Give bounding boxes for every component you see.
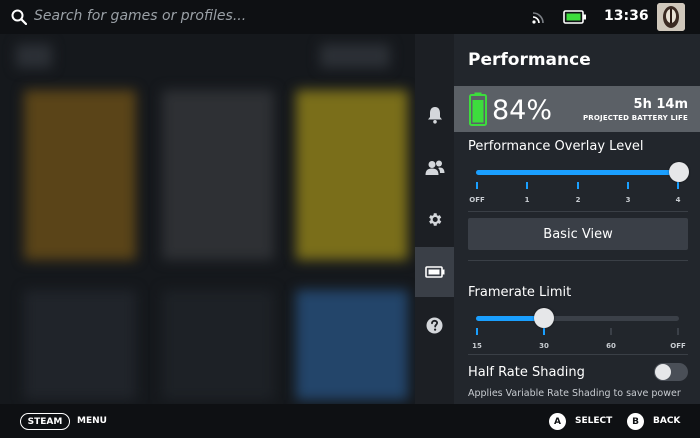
- battery-level-icon: [469, 92, 487, 126]
- tick-label: 60: [606, 342, 616, 350]
- steam-button[interactable]: STEAM: [20, 413, 70, 430]
- nav-friends[interactable]: [415, 143, 454, 193]
- back-label: BACK: [653, 416, 681, 426]
- tick-label: OFF: [670, 342, 686, 350]
- tick-label: 1: [524, 196, 530, 204]
- panel-title: Performance: [468, 50, 591, 70]
- battery-icon: [424, 266, 444, 278]
- game-library-background: [0, 34, 415, 404]
- battery-percent: 84%: [492, 95, 553, 126]
- slider-tick: [610, 328, 612, 335]
- tick-label: 30: [539, 342, 549, 350]
- top-bar: Search for games or profiles... 13:36: [0, 0, 700, 34]
- slider-tick: [476, 328, 478, 335]
- battery-time-caption: PROJECTED BATTERY LIFE: [582, 114, 688, 122]
- bottom-bar: STEAM MENU A SELECT B BACK: [0, 404, 700, 438]
- tick-label: 4: [675, 196, 681, 204]
- b-button-icon[interactable]: B: [627, 413, 644, 430]
- quick-access-nav: [415, 34, 454, 404]
- divider: [468, 211, 688, 212]
- friends-icon: [425, 160, 444, 175]
- slider-fill: [476, 170, 679, 175]
- slider-tick: [577, 182, 579, 189]
- game-tile: [16, 44, 52, 68]
- nav-performance[interactable]: [415, 247, 454, 297]
- help-icon: [426, 317, 443, 333]
- clock: 13:36: [604, 8, 649, 24]
- gear-icon: [429, 212, 442, 226]
- avatar[interactable]: [657, 3, 685, 31]
- slider-knob[interactable]: [669, 162, 689, 182]
- tick-label: OFF: [469, 196, 485, 204]
- tick-label: 3: [625, 196, 631, 204]
- slider-tick: [677, 328, 679, 335]
- toggle-knob: [655, 364, 671, 380]
- slider-tick: [677, 182, 679, 189]
- game-tile: [162, 290, 274, 400]
- menu-label: MENU: [77, 416, 107, 426]
- game-tile: [24, 90, 136, 260]
- divider: [468, 260, 688, 261]
- slider-knob[interactable]: [534, 308, 554, 328]
- slider-tick: [543, 328, 545, 335]
- slider-tick: [526, 182, 528, 189]
- battery-time-left: 5h 14m: [633, 97, 688, 112]
- game-tile: [296, 90, 408, 260]
- half-rate-shading-label: Half Rate Shading: [468, 365, 585, 380]
- nav-notifications[interactable]: [415, 90, 454, 140]
- battery-icon: [563, 10, 586, 24]
- search-input[interactable]: Search for games or profiles...: [34, 8, 246, 24]
- wifi-icon: [532, 12, 544, 24]
- search-icon[interactable]: [11, 9, 27, 25]
- a-button-icon[interactable]: A: [549, 413, 566, 430]
- tick-label: 15: [472, 342, 482, 350]
- game-tile: [24, 290, 136, 400]
- slider-tick: [476, 182, 478, 189]
- game-tile: [296, 290, 408, 400]
- game-tile: [320, 44, 390, 68]
- nav-settings[interactable]: [415, 194, 454, 244]
- overlay-level-label: Performance Overlay Level: [468, 139, 644, 154]
- slider-tick: [627, 182, 629, 189]
- tick-label: 2: [575, 196, 581, 204]
- basic-view-button[interactable]: Basic View: [468, 218, 688, 250]
- battery-card: 84% 5h 14m PROJECTED BATTERY LIFE: [454, 86, 700, 132]
- half-rate-shading-description: Applies Variable Rate Shading to save po…: [468, 388, 681, 399]
- game-tile: [162, 90, 274, 260]
- bell-icon: [427, 107, 442, 124]
- performance-panel: Performance 84% 5h 14m PROJECTED BATTERY…: [454, 34, 700, 404]
- framerate-limit-label: Framerate Limit: [468, 285, 572, 300]
- divider: [468, 354, 688, 355]
- select-label: SELECT: [575, 416, 613, 426]
- nav-help[interactable]: [415, 300, 454, 350]
- half-rate-shading-toggle[interactable]: [654, 363, 688, 381]
